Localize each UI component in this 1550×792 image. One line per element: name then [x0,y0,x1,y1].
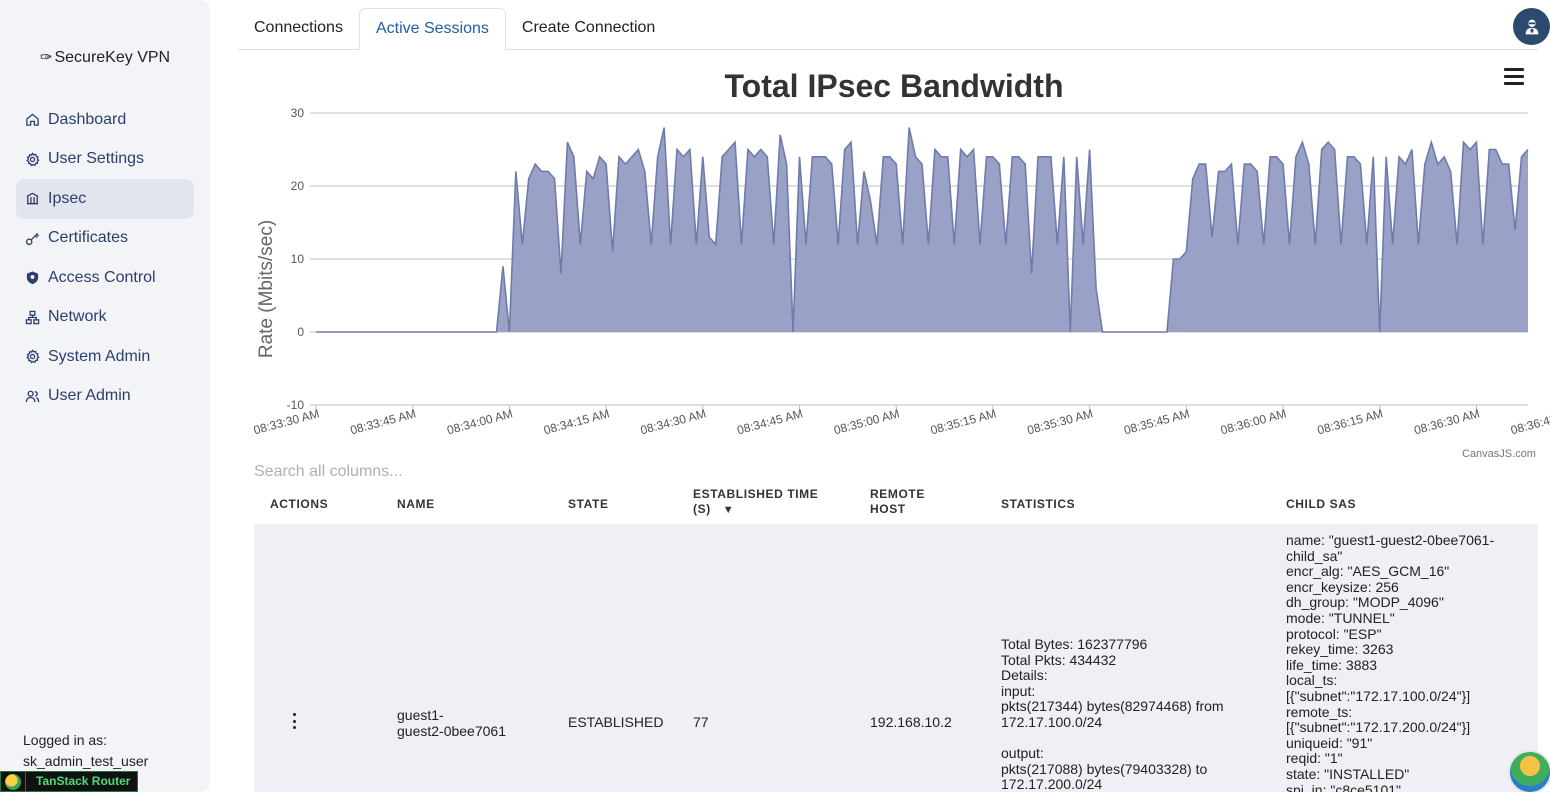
sidebar-item-system-admin[interactable]: System Admin [16,337,194,377]
x-tick-label: 08:34:00 AM [445,406,514,437]
column-header-actions: ACTIONS [270,496,329,511]
column-header-established-time[interactable]: ESTABLISHED TIME (S) ▼ [693,487,818,521]
sidebar-item-label: User Settings [48,150,145,168]
hamburger-icon-line [1504,82,1524,85]
hamburger-icon-line [1504,75,1524,78]
tab-active-sessions[interactable]: Active Sessions [358,8,506,50]
x-tick-label: 08:34:15 AM [542,406,611,437]
shield-icon [23,269,41,287]
brand-name: SecureKey VPN [54,49,171,66]
user-avatar[interactable] [1513,8,1550,45]
x-tick-label: 08:36:15 AM [1316,406,1385,437]
tab-bar: Connections Active Sessions Create Conne… [238,8,1538,50]
tab-create-connection[interactable]: Create Connection [506,8,671,50]
x-tick-label: 08:34:30 AM [639,406,708,437]
sort-desc-icon: ▼ [722,504,735,516]
login-label: Logged in as: [23,732,108,748]
session-established-time: 77 [693,714,709,730]
x-tick-label: 08:35:00 AM [832,406,901,437]
sidebar: ✑ SecureKey VPN Dashboard User Settings I… [0,0,210,792]
session-state: ESTABLISHED [568,714,664,730]
tanstack-logo-icon [1,772,25,791]
column-header-established-unit: (S) [693,502,711,516]
bank-icon [23,190,41,208]
session-name: guest1- guest2-0bee7061 [397,707,506,739]
chart-title: Total IPsec Bandwidth [724,68,1064,104]
gear-icon [23,348,41,366]
key-icon [23,229,41,247]
tab-connections[interactable]: Connections [238,8,359,50]
x-tick-label: 08:34:45 AM [736,406,805,437]
column-header-remote-line2: HOST [870,502,906,516]
x-tick-label: 08:35:30 AM [1026,406,1095,437]
network-icon [23,308,41,326]
tanstack-label: TanStack Router [25,772,137,791]
sidebar-item-label: System Admin [48,347,151,365]
home-icon [23,111,41,129]
sidebar-item-label: Ipsec [48,189,87,207]
x-tick-label: 08:35:45 AM [1122,406,1191,437]
login-info: Logged in as: sk_admin_test_user [23,730,148,772]
column-header-remote-line1: REMOTE [870,487,925,501]
series-area [316,127,1528,332]
sidebar-item-dashboard[interactable]: Dashboard [16,100,194,140]
search-input[interactable] [254,462,754,482]
column-header-established-line1: ESTABLISHED TIME [693,487,819,501]
column-header-statistics[interactable]: STATISTICS [1001,484,1075,524]
sidebar-item-label: Access Control [48,268,156,286]
x-tick-label: 08:35:15 AM [929,406,998,437]
column-header-established-line2: (S) ▼ [693,502,818,518]
column-header-child-sas[interactable]: CHILD SAS [1286,484,1356,524]
sidebar-item-label: Dashboard [48,110,127,128]
sidebar-item-ipsec[interactable]: Ipsec [16,179,194,219]
key-icon: ✑ [39,49,53,66]
x-tick-label: 08:36:30 AM [1412,406,1481,437]
y-tick-label: 0 [297,325,304,339]
table-header: ACTIONS NAME STATE ESTABLISHED TIME (S) ▼… [254,484,1538,524]
users-icon [23,387,41,405]
session-remote-host: 192.168.10.2 [870,714,952,730]
column-header-state[interactable]: STATE [568,484,609,524]
sidebar-nav: Dashboard User Settings Ipsec Certificat… [16,100,194,416]
kebab-icon-dot [292,719,296,723]
kebab-icon [292,713,296,716]
x-tick-label: 08:36:45 AM [1509,406,1550,437]
hamburger-icon [1504,68,1524,71]
gear-icon [23,150,41,168]
column-header-remote-host[interactable]: REMOTE HOST [870,487,925,521]
table-row: guest1- guest2-0bee7061 ESTABLISHED 77 1… [254,524,1538,792]
sidebar-item-label: Certificates [48,229,129,247]
agent-icon [1525,19,1538,34]
sidebar-item-user-admin[interactable]: User Admin [16,377,194,417]
sidebar-item-user-settings[interactable]: User Settings [16,140,194,180]
x-tick-label: 08:36:00 AM [1219,406,1288,437]
sidebar-item-label: Network [48,308,107,326]
bandwidth-chart: -10 0 10 20 30 Rate (Mbits/sec) 08:33:30 AM 08:… [238,58,1550,468]
sidebar-item-label: User Admin [48,387,131,405]
floating-assistant-avatar[interactable] [1508,750,1550,792]
sidebar-item-access-control[interactable]: Access Control [16,258,194,298]
y-axis-label: Rate (Mbits/sec) [256,220,277,358]
sidebar-item-network[interactable]: Network [16,298,194,338]
session-child-sas: name: "guest1-guest2-0bee7061- child_sa"… [1286,532,1495,792]
row-actions-menu[interactable] [290,713,298,729]
app-root: ✑ SecureKey VPN Dashboard User Settings I… [0,0,1550,792]
x-tick-label: 08:33:45 AM [349,406,418,437]
column-header-name[interactable]: NAME [397,484,435,524]
kebab-icon-dot [292,726,296,729]
session-statistics: Total Bytes: 162377796 Total Pkts: 43443… [1001,636,1224,792]
sidebar-item-certificates[interactable]: Certificates [16,219,194,259]
y-tick-label: 30 [291,106,305,120]
brand[interactable]: ✑ SecureKey VPN [0,48,210,67]
bandwidth-chart-svg: -100102030Rate (Mbits/sec)08:33:30 AM 08:… [252,106,1550,437]
login-user: sk_admin_test_user [23,753,149,769]
y-tick-label: 10 [291,252,305,266]
tanstack-devtools-toggle[interactable]: TanStack Router [0,771,139,792]
y-tick-label: 20 [291,179,305,193]
chart-menu-button[interactable] [1504,68,1524,88]
chart-credit[interactable]: CanvasJS.com [1462,448,1536,460]
